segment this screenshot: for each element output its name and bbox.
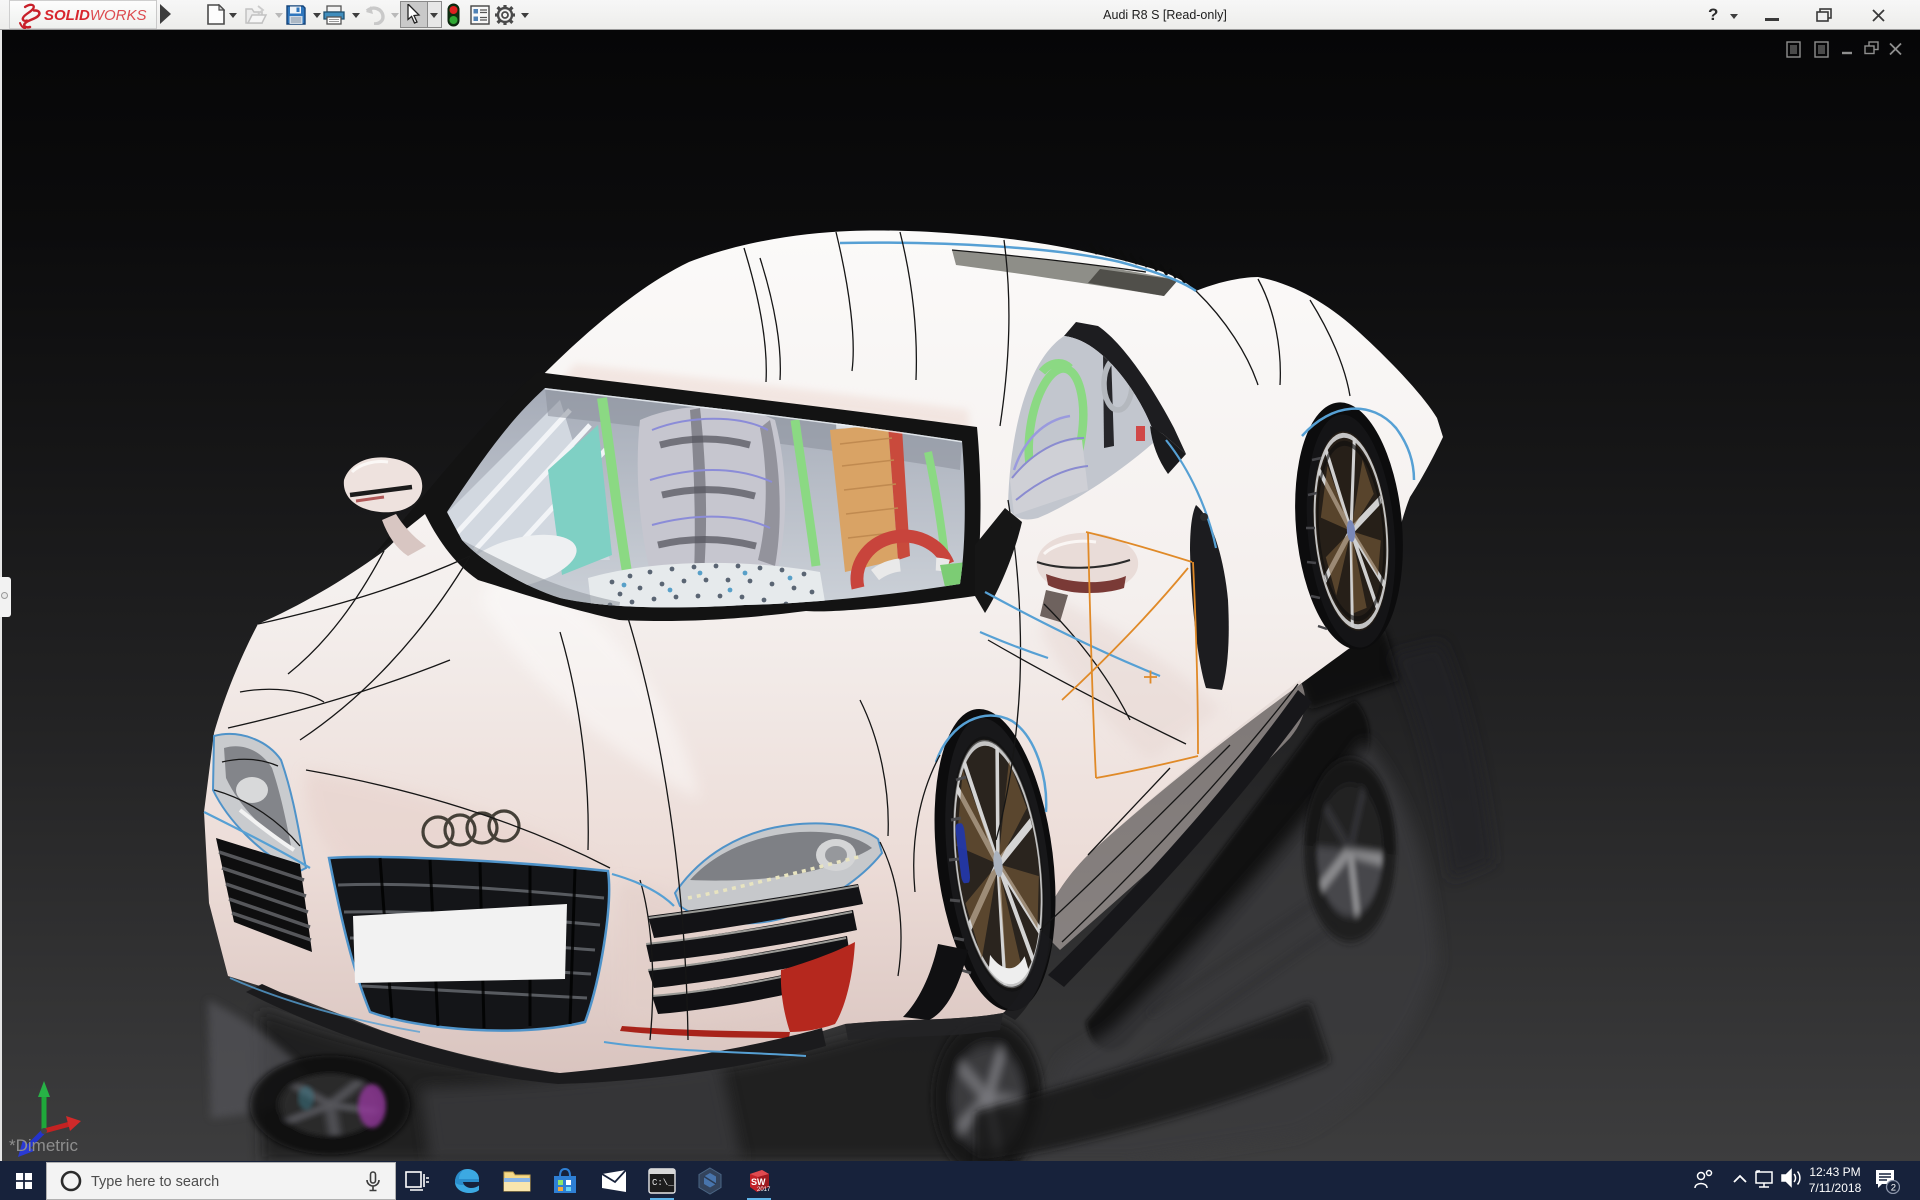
svg-text:C:\_: C:\_ (652, 1178, 674, 1188)
svg-text:SW: SW (751, 1177, 766, 1187)
svg-text:2: 2 (1891, 1183, 1896, 1194)
svg-text:2017: 2017 (757, 1187, 771, 1193)
